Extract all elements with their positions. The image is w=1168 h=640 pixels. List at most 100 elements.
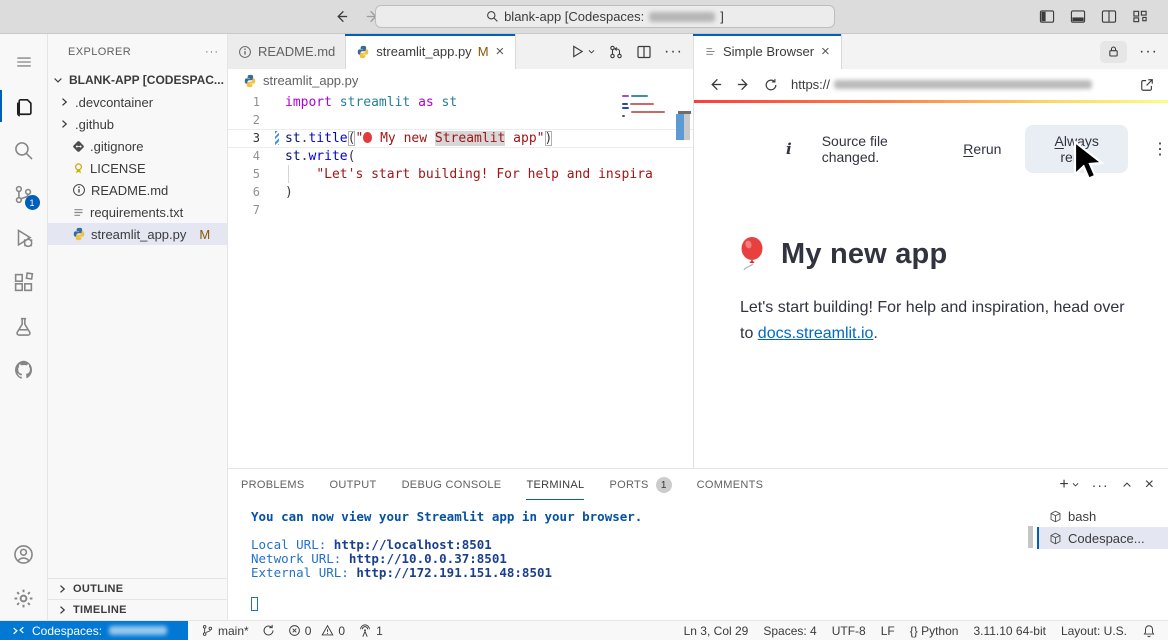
activity-item-account[interactable]: [0, 532, 48, 576]
panel-tab-debug-console[interactable]: DEBUG CONSOLE: [402, 469, 502, 500]
activity-item-settings[interactable]: [0, 576, 48, 620]
terminal-entry-codespace-[interactable]: Codespace...: [1037, 527, 1168, 549]
item-label: BLANK-APP [CODESPAC...: [69, 73, 224, 87]
split-editor-icon[interactable]: [1101, 9, 1117, 24]
activity-item-run-debug[interactable]: [0, 216, 48, 260]
open-external-icon[interactable]: [1140, 78, 1154, 92]
status--python[interactable]: {} Python: [910, 624, 959, 638]
activity-item-github[interactable]: [0, 348, 48, 392]
docs-link[interactable]: docs.streamlit.io: [758, 325, 874, 342]
panel-tab-comments[interactable]: COMMENTS: [697, 469, 764, 500]
chevron-down-icon: [52, 74, 64, 86]
explorer-item-blank-app-codespac-[interactable]: BLANK-APP [CODESPAC...: [48, 69, 227, 91]
code-line-3[interactable]: 3st.title(" My new Streamlit app"): [228, 129, 693, 147]
tab-streamlit-app-py[interactable]: streamlit_app.pyM×: [346, 34, 516, 69]
kebab-menu-icon[interactable]: ⋮: [1152, 139, 1168, 159]
rerun-button[interactable]: Rerun: [963, 141, 1001, 157]
explorer-item-license[interactable]: LICENSE: [48, 157, 227, 179]
toggle-panel-icon[interactable]: [1070, 9, 1086, 24]
browser-back-icon[interactable]: [708, 77, 723, 92]
close-tab-icon[interactable]: ×: [820, 43, 831, 60]
close-panel-icon[interactable]: ×: [1145, 476, 1154, 494]
github-icon: [13, 359, 35, 381]
panel-tab-output[interactable]: OUTPUT: [330, 469, 377, 500]
terminal-entry-bash[interactable]: bash: [1037, 505, 1168, 527]
branch-icon: [201, 624, 214, 637]
remote-indicator[interactable]: Codespaces:: [0, 621, 188, 640]
panel-tab-ports[interactable]: PORTS1: [609, 469, 671, 500]
explorer-item--github[interactable]: .github: [48, 113, 227, 135]
maximize-panel-icon[interactable]: [1121, 479, 1133, 491]
split-editor-icon[interactable]: [636, 44, 652, 60]
git-file-icon: [72, 140, 85, 153]
timeline-label: TIMELINE: [73, 604, 127, 616]
tab-readme-md[interactable]: README.md: [228, 34, 346, 69]
command-center-search[interactable]: blank-app [Codespaces: ]: [375, 5, 835, 28]
status-layout-u-s-[interactable]: Layout: U.S.: [1061, 624, 1127, 638]
activity-item-extensions[interactable]: [0, 260, 48, 304]
list-icon: [704, 45, 717, 58]
url-field[interactable]: https://: [791, 77, 1127, 92]
activity-item-source-control[interactable]: 1: [0, 172, 48, 216]
code-line-5[interactable]: 5 "Let's start building! For help and in…: [228, 165, 693, 183]
status-spaces-4[interactable]: Spaces: 4: [763, 624, 816, 638]
panel-tab-terminal[interactable]: TERMINAL: [526, 469, 584, 500]
explorer-item-streamlit-app-py[interactable]: streamlit_app.pyM: [48, 223, 227, 245]
status-ln-3-col-29[interactable]: Ln 3, Col 29: [684, 624, 749, 638]
tab-simple-browser[interactable]: Simple Browser ×: [694, 34, 842, 69]
activity-item-search[interactable]: [0, 128, 48, 172]
minimap[interactable]: [622, 95, 677, 119]
run-python-file-icon[interactable]: [570, 44, 596, 59]
open-changes-icon[interactable]: [608, 44, 624, 60]
history-back-icon[interactable]: [334, 9, 349, 24]
status-broadcast[interactable]: 1: [358, 624, 383, 638]
warning-icon: [321, 624, 334, 637]
terminal-output[interactable]: You can now view your Streamlit app in y…: [228, 500, 1037, 620]
terminal-scrollbar[interactable]: [1028, 526, 1033, 548]
explorer-item-requirements-txt[interactable]: requirements.txt: [48, 201, 227, 223]
browser-forward-icon[interactable]: [736, 77, 751, 92]
breadcrumb[interactable]: streamlit_app.py: [228, 69, 693, 92]
new-terminal-icon[interactable]: +: [1059, 476, 1079, 494]
more-actions-icon[interactable]: ···: [1092, 477, 1109, 493]
status-3-11-10-64-bit[interactable]: 3.11.10 64-bit: [973, 624, 1046, 638]
explorer-item-readme-md[interactable]: README.md: [48, 179, 227, 201]
info-file-icon: [238, 45, 252, 59]
list-file-icon: [72, 206, 85, 219]
activity-item-files[interactable]: [0, 84, 48, 128]
code-line-6[interactable]: 6): [228, 183, 693, 201]
mouse-cursor: [1072, 140, 1106, 184]
customize-layout-icon[interactable]: [1132, 9, 1148, 24]
modified-badge: M: [199, 227, 210, 242]
activity-item-menu[interactable]: [0, 40, 48, 84]
close-tab-icon[interactable]: ×: [495, 43, 506, 60]
status-sync[interactable]: [262, 624, 275, 637]
toggle-sidebar-icon[interactable]: [1039, 9, 1055, 24]
activity-item-testing[interactable]: [0, 304, 48, 348]
outline-section-header[interactable]: OUTLINE: [48, 578, 227, 599]
more-actions-icon[interactable]: ···: [664, 43, 683, 61]
notifications-bell-icon[interactable]: [1142, 624, 1156, 638]
scrollbar-slider[interactable]: [684, 114, 690, 140]
code-line-7[interactable]: 7: [228, 201, 693, 219]
status-branch[interactable]: main*: [201, 624, 249, 638]
status-bar: Codespaces: main* 00 1 Ln 3, Col 29 Spaces:…: [0, 620, 1168, 640]
explorer-item--gitignore[interactable]: .gitignore: [48, 135, 227, 157]
bottom-panel: PROBLEMS OUTPUT DEBUG CONSOLE TERMINAL PORTS…: [228, 468, 1168, 620]
explorer-sidebar: EXPLORER ··· BLANK-APP [CODESPAC....devc…: [48, 34, 228, 620]
license-file-icon: [72, 162, 85, 175]
gutter: [260, 147, 285, 165]
status-lf[interactable]: LF: [881, 624, 895, 638]
minimap-line: [622, 95, 677, 97]
timeline-section-header[interactable]: TIMELINE: [48, 599, 227, 620]
status-utf-8[interactable]: UTF-8: [832, 624, 866, 638]
panel-tab-problems[interactable]: PROBLEMS: [241, 469, 305, 500]
more-actions-icon[interactable]: ···: [1139, 43, 1158, 61]
status-errors-warnings[interactable]: 00: [288, 624, 345, 638]
code-line-4[interactable]: 4st.write(: [228, 147, 693, 165]
lock-icon[interactable]: [1100, 41, 1127, 63]
explorer-more-icon[interactable]: ···: [205, 46, 219, 58]
explorer-item--devcontainer[interactable]: .devcontainer: [48, 91, 227, 113]
browser-reload-icon[interactable]: [764, 78, 778, 92]
code-editor[interactable]: 1import streamlit as st23st.title(" My n…: [228, 92, 693, 468]
